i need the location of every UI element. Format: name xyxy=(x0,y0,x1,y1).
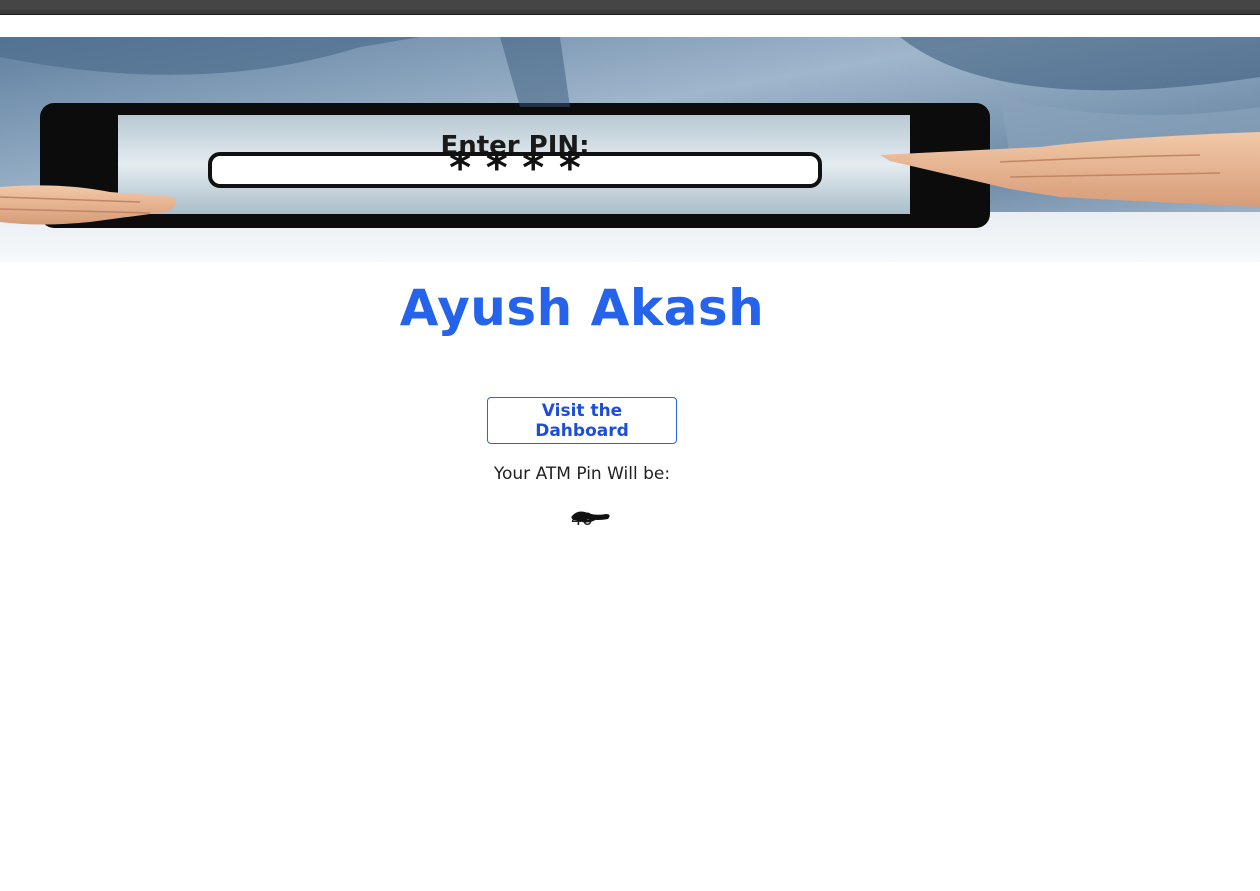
user-name-heading: Ayush Akash xyxy=(399,279,765,337)
banner-masked-pin: * * * * xyxy=(449,143,581,192)
redaction-scribble xyxy=(571,511,610,523)
visit-dashboard-button[interactable]: Visit the Dahboard xyxy=(487,397,677,444)
atm-pin-label: Your ATM Pin Will be: xyxy=(493,464,671,484)
banner-image: Enter PIN: * * * * xyxy=(0,37,1260,262)
browser-top-bar xyxy=(0,0,1260,15)
banner-illustration: Enter PIN: * * * * xyxy=(0,37,1260,262)
